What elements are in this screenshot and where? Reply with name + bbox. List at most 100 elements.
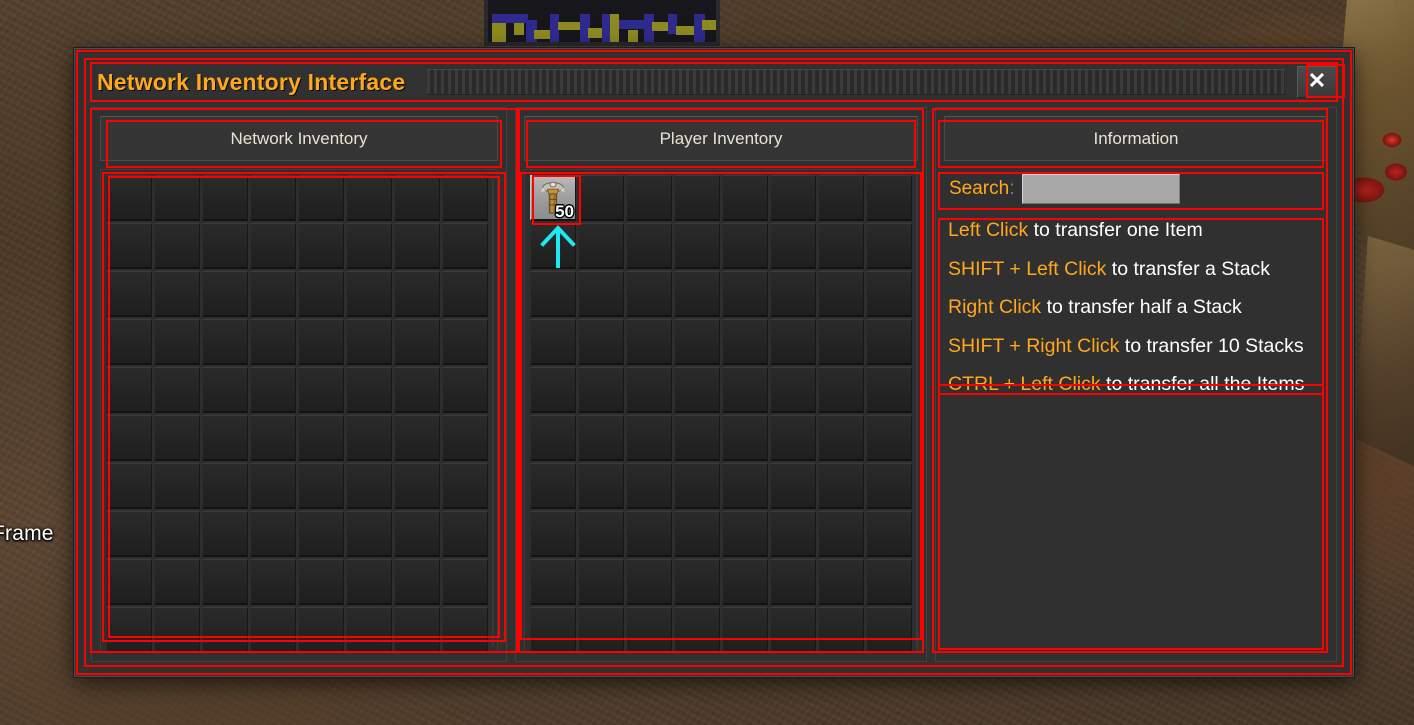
inventory-slot-empty[interactable] — [202, 559, 248, 605]
inventory-slot-empty[interactable] — [442, 463, 488, 509]
inventory-slot-empty[interactable] — [818, 319, 864, 365]
inventory-slot-empty[interactable] — [346, 463, 392, 509]
inventory-slot-empty[interactable] — [250, 271, 296, 317]
inventory-slot-empty[interactable] — [770, 319, 816, 365]
inventory-slot-empty[interactable] — [626, 175, 672, 221]
inventory-slot-empty[interactable] — [106, 415, 152, 461]
inventory-slot-empty[interactable] — [818, 175, 864, 221]
inventory-slot-empty[interactable] — [578, 223, 624, 269]
inventory-slot-empty[interactable] — [394, 559, 440, 605]
inventory-slot-empty[interactable] — [346, 367, 392, 413]
inventory-slot-empty[interactable] — [674, 223, 720, 269]
inventory-slot-empty[interactable] — [722, 367, 768, 413]
inventory-slot-empty[interactable] — [442, 511, 488, 557]
inventory-slot-empty[interactable] — [626, 511, 672, 557]
inventory-slot-empty[interactable] — [346, 511, 392, 557]
inventory-slot-empty[interactable] — [722, 607, 768, 652]
inventory-slot-empty[interactable] — [154, 271, 200, 317]
inventory-slot-empty[interactable] — [578, 511, 624, 557]
inventory-slot-empty[interactable] — [866, 271, 912, 317]
inventory-slot-filled[interactable]: 50 — [530, 175, 576, 221]
inventory-slot-empty[interactable] — [202, 319, 248, 365]
inventory-slot-empty[interactable] — [394, 175, 440, 221]
inventory-slot-empty[interactable] — [626, 223, 672, 269]
inventory-slot-empty[interactable] — [818, 223, 864, 269]
inventory-slot-empty[interactable] — [250, 511, 296, 557]
inventory-slot-empty[interactable] — [442, 607, 488, 652]
inventory-slot-empty[interactable] — [866, 415, 912, 461]
inventory-slot-empty[interactable] — [298, 463, 344, 509]
inventory-slot-empty[interactable] — [866, 223, 912, 269]
inventory-slot-empty[interactable] — [154, 367, 200, 413]
inventory-slot-empty[interactable] — [674, 607, 720, 652]
inventory-slot-empty[interactable] — [346, 175, 392, 221]
inventory-slot-empty[interactable] — [530, 319, 576, 365]
inventory-slot-empty[interactable] — [722, 271, 768, 317]
inventory-slot-empty[interactable] — [202, 415, 248, 461]
inventory-slot-empty[interactable] — [722, 511, 768, 557]
inventory-slot-empty[interactable] — [626, 367, 672, 413]
inventory-slot-empty[interactable] — [298, 415, 344, 461]
inventory-slot-empty[interactable] — [298, 607, 344, 652]
inventory-slot-empty[interactable] — [250, 559, 296, 605]
inventory-slot-empty[interactable] — [866, 367, 912, 413]
inventory-slot-empty[interactable] — [442, 415, 488, 461]
inventory-slot-empty[interactable] — [578, 367, 624, 413]
inventory-slot-empty[interactable] — [530, 463, 576, 509]
inventory-slot-empty[interactable] — [298, 367, 344, 413]
inventory-slot-empty[interactable] — [394, 319, 440, 365]
inventory-slot-empty[interactable] — [674, 367, 720, 413]
inventory-slot-empty[interactable] — [442, 223, 488, 269]
inventory-slot-empty[interactable] — [346, 223, 392, 269]
inventory-slot-empty[interactable] — [442, 367, 488, 413]
inventory-slot-empty[interactable] — [298, 175, 344, 221]
inventory-slot-empty[interactable] — [442, 319, 488, 365]
inventory-slot-empty[interactable] — [394, 415, 440, 461]
inventory-slot-empty[interactable] — [722, 463, 768, 509]
inventory-slot-empty[interactable] — [106, 175, 152, 221]
inventory-slot-empty[interactable] — [154, 607, 200, 652]
inventory-slot-empty[interactable] — [202, 511, 248, 557]
inventory-slot-empty[interactable] — [818, 463, 864, 509]
inventory-slot-empty[interactable] — [530, 415, 576, 461]
inventory-slot-empty[interactable] — [866, 607, 912, 652]
inventory-slot-empty[interactable] — [202, 367, 248, 413]
inventory-slot-empty[interactable] — [394, 607, 440, 652]
inventory-slot-empty[interactable] — [106, 367, 152, 413]
inventory-slot-empty[interactable] — [674, 415, 720, 461]
inventory-slot-empty[interactable] — [722, 175, 768, 221]
inventory-slot-empty[interactable] — [674, 175, 720, 221]
inventory-slot-empty[interactable] — [866, 175, 912, 221]
inventory-slot-empty[interactable] — [250, 319, 296, 365]
inventory-slot-empty[interactable] — [298, 223, 344, 269]
inventory-slot-empty[interactable] — [250, 223, 296, 269]
inventory-slot-empty[interactable] — [394, 223, 440, 269]
inventory-slot-empty[interactable] — [674, 271, 720, 317]
inventory-slot-empty[interactable] — [346, 607, 392, 652]
inventory-slot-empty[interactable] — [770, 175, 816, 221]
inventory-slot-empty[interactable] — [674, 463, 720, 509]
inventory-slot-empty[interactable] — [298, 559, 344, 605]
inventory-slot-empty[interactable] — [442, 271, 488, 317]
inventory-slot-empty[interactable] — [578, 607, 624, 652]
inventory-slot-empty[interactable] — [202, 271, 248, 317]
inventory-slot-empty[interactable] — [770, 511, 816, 557]
inventory-slot-empty[interactable] — [442, 559, 488, 605]
inventory-slot-empty[interactable] — [250, 415, 296, 461]
inventory-slot-empty[interactable] — [106, 559, 152, 605]
inventory-slot-empty[interactable] — [106, 223, 152, 269]
inventory-slot-empty[interactable] — [298, 511, 344, 557]
inventory-slot-empty[interactable] — [770, 463, 816, 509]
inventory-slot-empty[interactable] — [626, 319, 672, 365]
inventory-slot-empty[interactable] — [578, 319, 624, 365]
inventory-slot-empty[interactable] — [674, 559, 720, 605]
inventory-slot-empty[interactable] — [818, 415, 864, 461]
inventory-slot-empty[interactable] — [722, 559, 768, 605]
inventory-slot-empty[interactable] — [202, 463, 248, 509]
inventory-slot-empty[interactable] — [770, 415, 816, 461]
inventory-slot-empty[interactable] — [106, 463, 152, 509]
inventory-slot-empty[interactable] — [578, 463, 624, 509]
inventory-slot-empty[interactable] — [154, 175, 200, 221]
inventory-slot-empty[interactable] — [866, 463, 912, 509]
inventory-slot-empty[interactable] — [626, 271, 672, 317]
